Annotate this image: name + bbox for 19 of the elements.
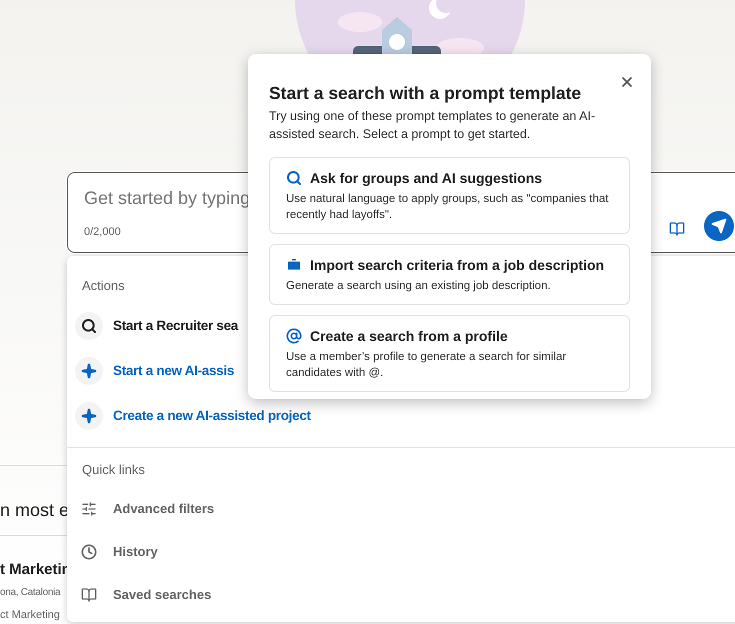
menu-label: History: [113, 542, 158, 561]
menu-label: Advanced filters: [113, 500, 214, 518]
template-description: Generate a search using an existing job description.: [286, 278, 552, 294]
section-title: Actions: [82, 277, 125, 295]
menu-label: Saved searches: [113, 586, 212, 604]
section-title: Quick links: [82, 460, 145, 478]
popover-description: Try using one of these prompt templates to generate an AI-assisted search. Select a prompt to get started.: [269, 108, 596, 143]
popover-title: Start a search with a prompt template: [269, 83, 582, 105]
menu-label: Create a new AI-assisted project: [113, 406, 311, 425]
template-description: Use a member’s profile to generate a search for similar candidates with @.: [286, 350, 568, 381]
character-counter: 0/2,000: [84, 225, 121, 240]
menu-label: Start a new AI-assis: [113, 362, 234, 380]
menu-label: Start a Recruiter sea: [113, 316, 238, 335]
result-location: ona, Catalonia: [0, 586, 60, 600]
result-subtitle: ct Marketing: [0, 608, 60, 623]
template-title: Import search criteria from a job description: [310, 256, 604, 275]
template-title: Ask for groups and AI suggestions: [310, 168, 542, 188]
template-title: Create a search from a profile: [310, 326, 508, 346]
template-description: Use natural language to apply groups, such as "companies that recently had layoffs".: [286, 192, 610, 223]
